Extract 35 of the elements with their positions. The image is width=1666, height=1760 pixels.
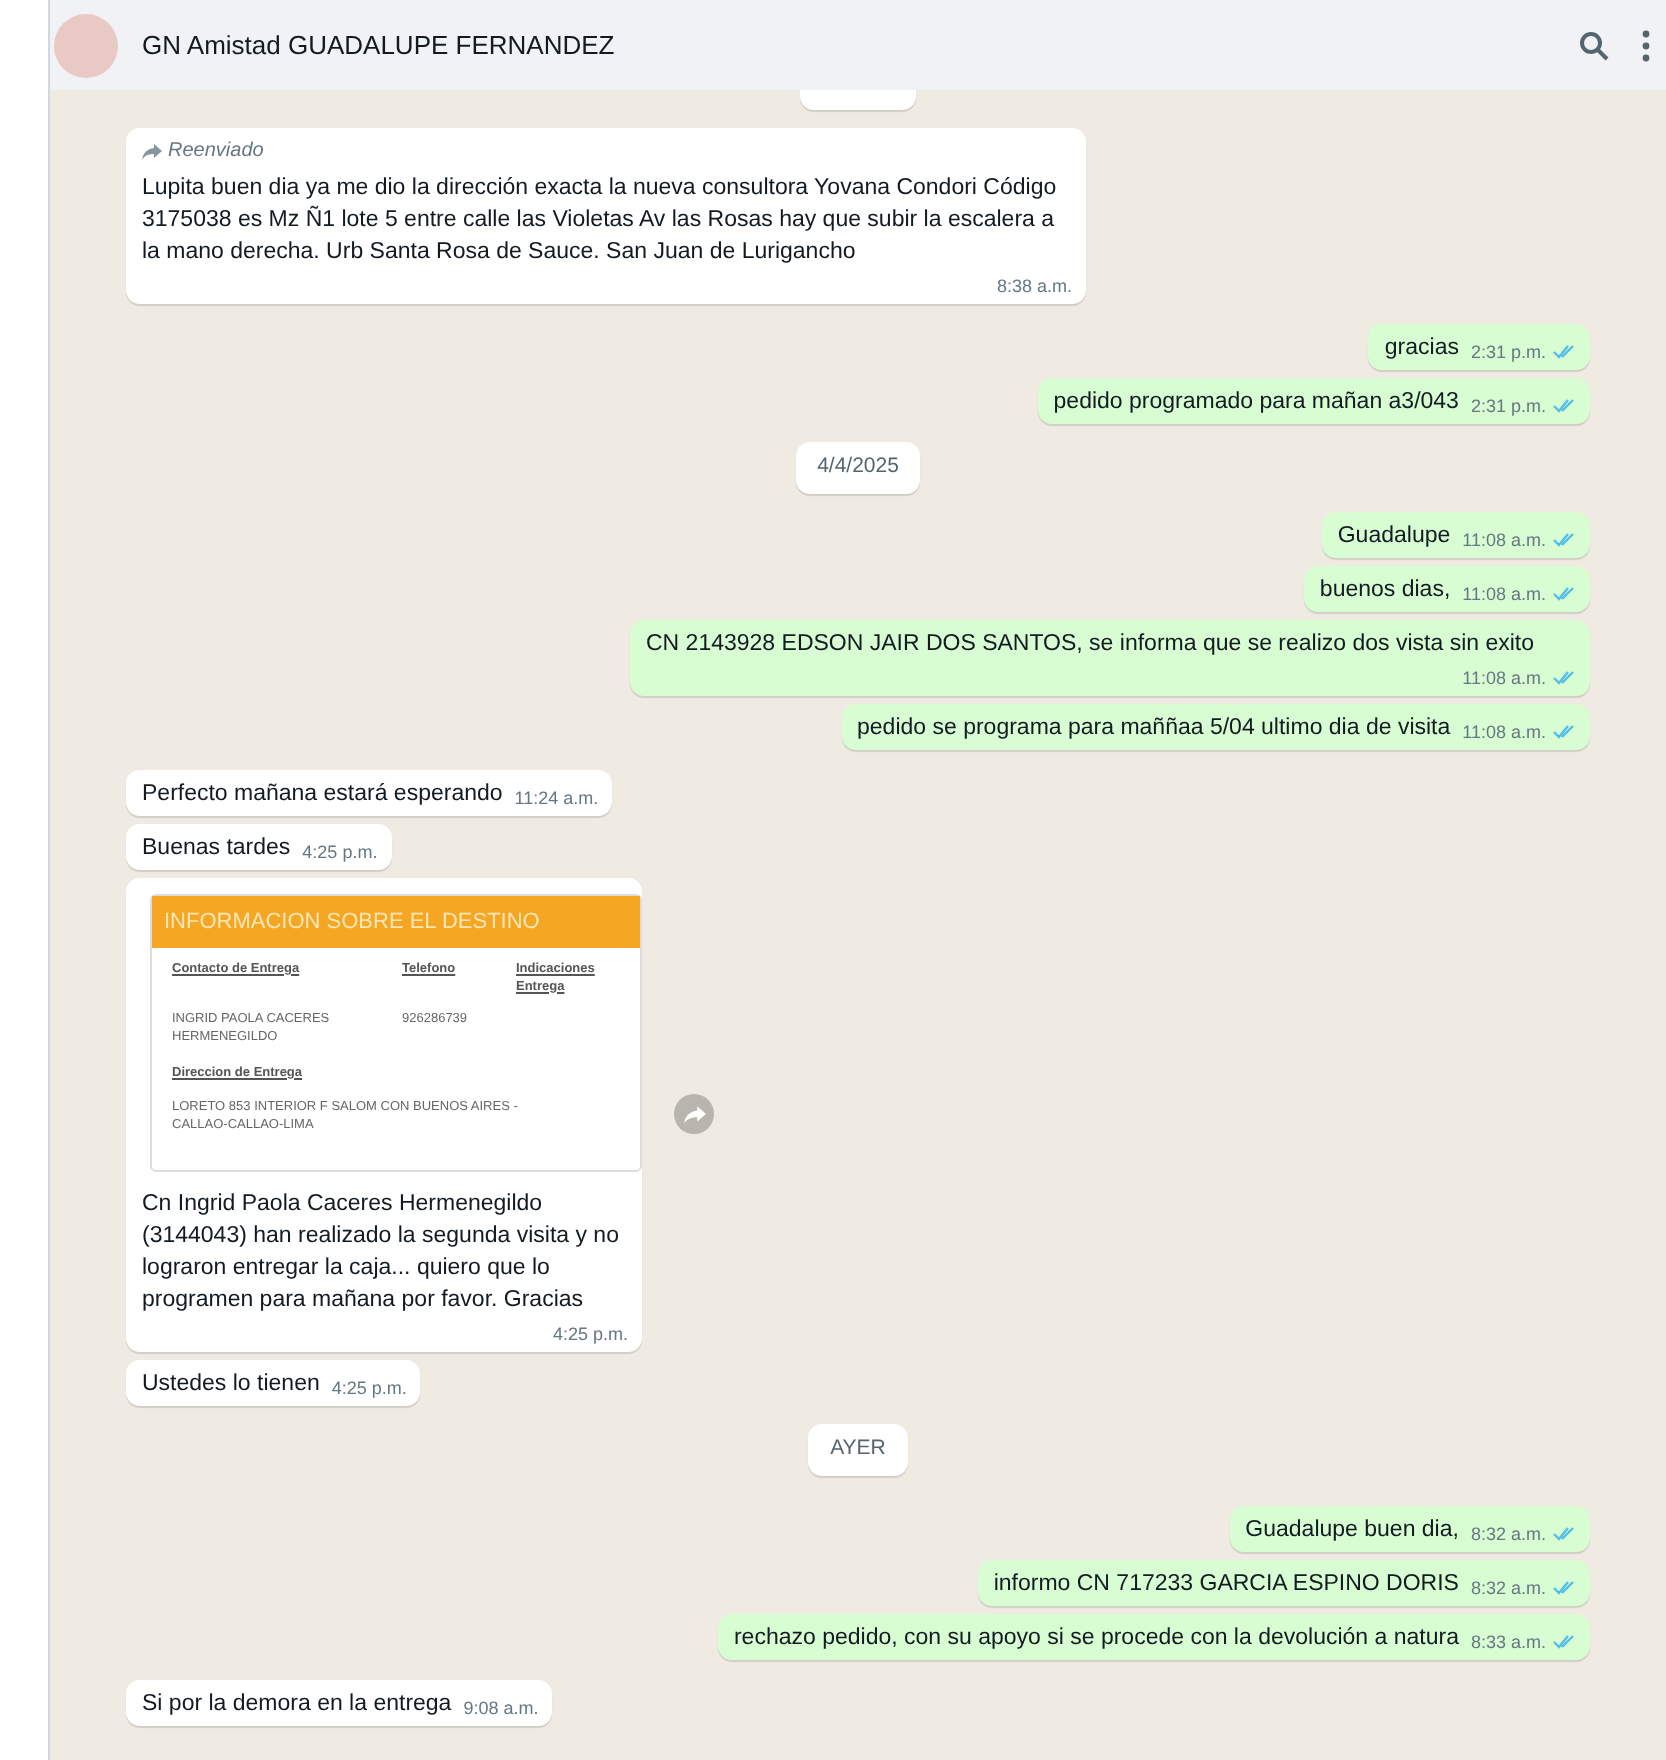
message-time: 2:31 p.m. [1470,396,1546,416]
message-text: pedido se programa para maññaa 5/04 ultimo dia de visita [857,713,1451,744]
message-time: 11:08 a.m. [1462,583,1546,604]
message-time: 11:24 a.m. [514,787,599,808]
message-text: Guadalupe buen dia, [1245,1515,1459,1545]
message-text: Guadalupe [1337,521,1451,552]
message-time: 2:31 p.m. [1470,342,1546,362]
document-title: INFORMACION SOBRE EL DESTINO [152,895,640,948]
message-text: Perfecto mañana estará esperando [142,779,503,810]
message-text: Si por la demora en la entrega [142,1689,452,1719]
message-text: informo CN 717233 GARCIA ESPINO DORIS [993,1569,1459,1599]
message-text: Cn Ingrid Paola Caceres Hermenegildo (3144043) han realizado la segunda visita y no lograron entregar la caja... quiero que lo programen para mañana por favor. Gracias [142,1189,621,1316]
message-time: 11:08 a.m. [1462,529,1546,550]
message-time: 4:25 p.m. [302,841,378,862]
message-time: 9:08 a.m. [463,1697,539,1717]
message-text: rechazo pedido, con su apoyo si se procede con la devolución a natura [733,1623,1459,1653]
message-text: Ustedes lo tienen [142,1369,320,1400]
message-text: Lupita buen dia ya me dio la dirección exacta la nueva consultora Yovana Condori Código 3175038 es Mz Ñ1 lote 5 entre calle las Violetas Av las Rosas hay que subir la escalera a la mano derecha. Urb Santa Rosa de Sauce. San Juan de Lurigancho [142,174,1059,268]
message-text: gracias [1384,334,1459,364]
date-label: AYER [808,1423,908,1475]
message-time: 8:32 a.m. [1470,1577,1546,1597]
message-text: CN 2143928 EDSON JAIR DOS SANTOS, se informa que se realizo dos vista sin exito [646,629,1535,660]
message-time: 11:08 a.m. [1462,721,1546,742]
message-time: 4:25 p.m. [552,1323,628,1344]
date-label: 4/4/2025 [795,442,921,494]
message-time: 4:25 p.m. [331,1377,407,1398]
message-text: Buenas tardes [142,833,291,864]
contact-name: GN Amistad GUADALUPE FERNANDEZ [142,27,617,64]
message-time: 11:08 a.m. [1462,667,1546,688]
message-time: 8:32 a.m. [1470,1523,1546,1543]
message-time: 8:33 a.m. [1470,1631,1546,1651]
forwarded-label: Reenviado [168,138,264,166]
message-text: pedido programado para mañan a3/043 [1053,388,1459,418]
message-time: 8:38 a.m. [996,276,1072,296]
message-text: buenos dias, [1319,575,1451,606]
